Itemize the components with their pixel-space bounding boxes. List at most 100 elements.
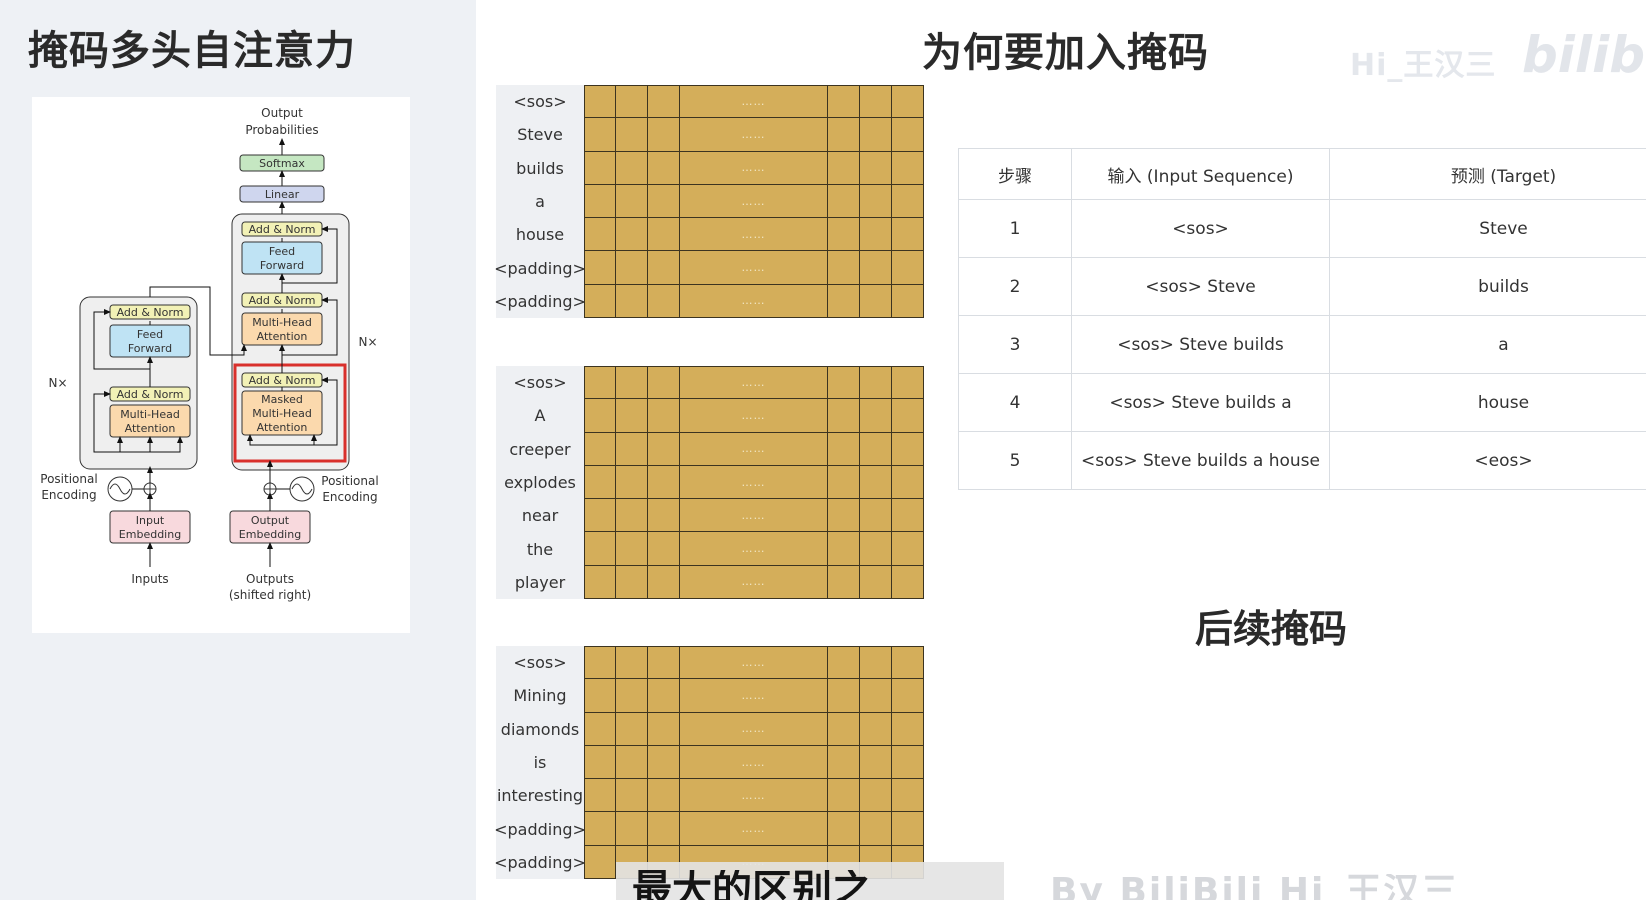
mask-cell: …… bbox=[680, 532, 828, 566]
mask-cell bbox=[648, 85, 680, 119]
mask-row: the …… bbox=[496, 532, 926, 566]
mask-cell bbox=[828, 218, 860, 252]
mask-cell bbox=[892, 151, 924, 185]
token-label: explodes bbox=[496, 465, 584, 500]
mask-block: <sos> …… A …… creeper …… explodes …… near …… the ……… bbox=[496, 366, 926, 600]
mask-cell bbox=[892, 712, 924, 746]
table-cell: <sos> Steve builds bbox=[1071, 315, 1330, 374]
mask-cell bbox=[892, 432, 924, 466]
table-cell: 1 bbox=[958, 199, 1072, 258]
mask-cell bbox=[892, 679, 924, 713]
token-label: Steve bbox=[496, 118, 584, 152]
mask-cell bbox=[828, 532, 860, 566]
mask-cell bbox=[892, 646, 924, 680]
svg-text:Add & Norm: Add & Norm bbox=[249, 374, 316, 387]
token-label: is bbox=[496, 745, 584, 780]
mask-cell bbox=[584, 432, 616, 466]
svg-text:Output: Output bbox=[251, 514, 290, 527]
mask-cell bbox=[860, 565, 892, 600]
main-title: 为何要加入掩码 bbox=[922, 30, 1209, 76]
table-cell: a bbox=[1329, 315, 1646, 374]
svg-text:Multi-Head: Multi-Head bbox=[252, 407, 312, 420]
mask-cell bbox=[584, 779, 616, 813]
mask-cell bbox=[860, 218, 892, 252]
nx-decoder-label: N× bbox=[358, 335, 377, 349]
mask-row: diamonds …… bbox=[496, 712, 926, 746]
mask-cell bbox=[892, 532, 924, 566]
mask-cell bbox=[828, 151, 860, 185]
mask-row: creeper …… bbox=[496, 432, 926, 466]
mask-row: <sos> …… bbox=[496, 85, 926, 119]
token-label: <sos> bbox=[496, 646, 584, 680]
mask-cell bbox=[892, 366, 924, 400]
table-row: 1 <sos> Steve bbox=[958, 199, 1646, 258]
mask-cell bbox=[828, 779, 860, 813]
table-header-input: 输入 (Input Sequence) bbox=[1071, 148, 1330, 200]
mask-cell bbox=[648, 565, 680, 600]
mask-cell bbox=[828, 432, 860, 466]
mask-cell bbox=[616, 745, 648, 780]
linear-label: Linear bbox=[265, 188, 300, 201]
token-label: diamonds bbox=[496, 712, 584, 746]
svg-text:Positional: Positional bbox=[321, 474, 378, 488]
table-cell: 3 bbox=[958, 315, 1072, 374]
mask-cell bbox=[860, 366, 892, 400]
mask-cell: …… bbox=[680, 284, 828, 319]
table-cell: <eos> bbox=[1329, 431, 1646, 490]
mask-cell bbox=[616, 218, 648, 252]
watermark: Hi_王汉三 bbox=[1350, 48, 1497, 83]
table-cell: <sos> Steve builds a bbox=[1071, 373, 1330, 432]
mask-block: <sos>…… Mining…… diamonds…… is…… interesting… bbox=[494, 646, 926, 880]
table-cell: 5 bbox=[958, 431, 1072, 490]
svg-text:Attention: Attention bbox=[125, 422, 176, 435]
mask-row: builds …… bbox=[496, 151, 926, 185]
table-row: 4 <sos> Steve builds a house bbox=[958, 373, 1646, 432]
svg-text:Masked: Masked bbox=[261, 393, 303, 406]
mask-cell bbox=[648, 499, 680, 533]
mask-cell bbox=[828, 85, 860, 119]
token-label: house bbox=[496, 218, 584, 252]
mask-cell bbox=[860, 251, 892, 285]
mask-row: explodes …… bbox=[496, 465, 926, 500]
mask-row: Steve …… bbox=[496, 118, 926, 152]
mask-cell bbox=[648, 712, 680, 746]
mask-cell bbox=[892, 565, 924, 600]
mask-cell bbox=[828, 679, 860, 713]
svg-text:Multi-Head: Multi-Head bbox=[120, 408, 180, 421]
mask-cell bbox=[892, 184, 924, 219]
step-table: 步骤 输入 (Input Sequence) 预测 (Target) 1 <sos… bbox=[958, 148, 1646, 490]
token-label: creeper bbox=[496, 432, 584, 466]
token-label: <padding> bbox=[494, 845, 586, 880]
mask-cell bbox=[648, 679, 680, 713]
mask-cell bbox=[648, 284, 680, 319]
mask-cell bbox=[616, 284, 648, 319]
mask-cell: …… bbox=[680, 779, 828, 813]
svg-text:Attention: Attention bbox=[257, 421, 308, 434]
mask-cell bbox=[828, 565, 860, 600]
mask-cell bbox=[648, 532, 680, 566]
mask-cell bbox=[828, 745, 860, 780]
mask-cell: …… bbox=[680, 118, 828, 152]
svg-text:Add & Norm: Add & Norm bbox=[249, 223, 316, 236]
mask-cell bbox=[584, 151, 616, 185]
mask-cell bbox=[648, 251, 680, 285]
mask-cell bbox=[616, 251, 648, 285]
mask-cell bbox=[584, 184, 616, 219]
mask-cell bbox=[616, 118, 648, 152]
step-table-wrapper: 步骤 输入 (Input Sequence) 预测 (Target) 1 <sos… bbox=[958, 148, 1646, 490]
table-row: 3 <sos> Steve builds a bbox=[958, 315, 1646, 374]
mask-cell bbox=[616, 151, 648, 185]
token-label: <sos> bbox=[496, 85, 584, 119]
svg-text:Add & Norm: Add & Norm bbox=[249, 294, 316, 307]
mask-cell: …… bbox=[680, 465, 828, 500]
mask-cell: …… bbox=[680, 745, 828, 780]
mask-cell bbox=[584, 679, 616, 713]
mask-cell bbox=[860, 812, 892, 846]
mask-cell bbox=[648, 646, 680, 680]
transformer-diagram-svg: Output Probabilities Softmax Linear Add … bbox=[40, 106, 378, 602]
mask-cell bbox=[584, 465, 616, 500]
svg-text:Embedding: Embedding bbox=[119, 528, 181, 541]
mask-cell bbox=[648, 399, 680, 433]
mask-cell bbox=[616, 399, 648, 433]
mask-cell bbox=[828, 499, 860, 533]
